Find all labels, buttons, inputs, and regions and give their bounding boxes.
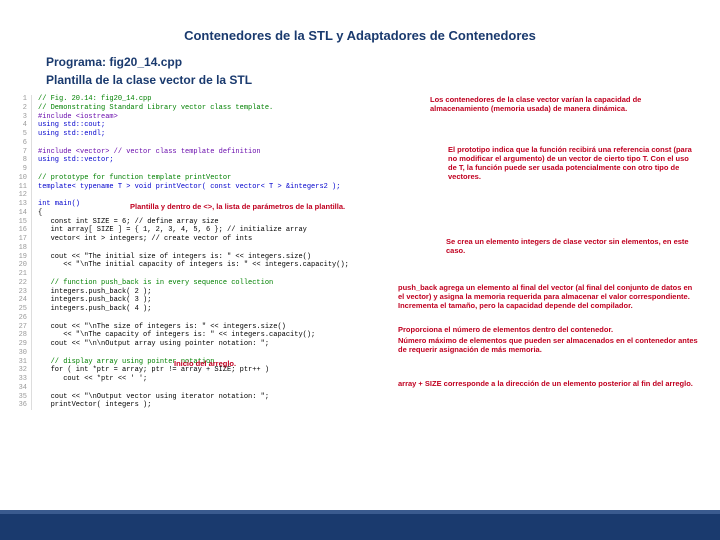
- line-number: 8: [10, 156, 32, 165]
- line-number: 26: [10, 314, 32, 323]
- code-line: 4 using std::cout;: [0, 121, 720, 130]
- code-text: // Fig. 20.14: fig20_14.cpp: [38, 95, 151, 104]
- line-number: 20: [10, 261, 32, 270]
- code-text: cout << "\nThe size of integers is: " <<…: [38, 323, 286, 332]
- code-line: 5 using std::endl;: [0, 130, 720, 139]
- line-number: 4: [10, 121, 32, 130]
- line-number: 32: [10, 366, 32, 375]
- code-text: #include <iostream>: [38, 113, 118, 122]
- line-number: 27: [10, 323, 32, 332]
- line-number: 36: [10, 401, 32, 410]
- code-line: 21: [0, 270, 720, 279]
- annotation-integers-empty: Se crea un elemento integers de clase ve…: [446, 237, 696, 255]
- line-number: 19: [10, 253, 32, 262]
- annotation-array-start: Inicio del arreglo.: [174, 359, 294, 368]
- code-line: 16 int array[ SIZE ] = { 1, 2, 3, 4, 5, …: [0, 226, 720, 235]
- line-number: 23: [10, 288, 32, 297]
- annotation-pushback: push_back agrega un elemento al final de…: [398, 283, 698, 310]
- code-text: // function push_back is in every sequen…: [38, 279, 273, 288]
- annotation-array-end: array + SIZE corresponde a la dirección …: [398, 379, 698, 388]
- line-number: 1: [10, 95, 32, 104]
- line-number: 33: [10, 375, 32, 384]
- code-text: integers.push_back( 3 );: [38, 296, 151, 305]
- program-desc: Plantilla de la clase vector de la STL: [0, 71, 720, 89]
- line-number: 12: [10, 191, 32, 200]
- line-number: 30: [10, 349, 32, 358]
- line-number: 2: [10, 104, 32, 113]
- code-line: 31 // display array using pointer notati…: [0, 358, 720, 367]
- page-title: Contenedores de la STL y Adaptadores de …: [0, 0, 720, 53]
- line-number: 9: [10, 165, 32, 174]
- code-text: cout << "The initial size of integers is…: [38, 253, 311, 262]
- code-text: printVector( integers );: [38, 401, 151, 410]
- line-number: 5: [10, 130, 32, 139]
- line-number: 13: [10, 200, 32, 209]
- line-number: 29: [10, 340, 32, 349]
- line-number: 6: [10, 139, 32, 148]
- annotation-capacity: Número máximo de elementos que pueden se…: [398, 336, 698, 354]
- code-line: 26: [0, 314, 720, 323]
- annotation-prototype: El prototipo indica que la función recib…: [448, 145, 698, 181]
- line-number: 28: [10, 331, 32, 340]
- code-text: int array[ SIZE ] = { 1, 2, 3, 4, 5, 6 }…: [38, 226, 307, 235]
- code-text: {: [38, 209, 42, 218]
- code-text: << "\nThe initial capacity of integers i…: [38, 261, 349, 270]
- code-text: // Demonstrating Standard Library vector…: [38, 104, 273, 113]
- line-number: 35: [10, 393, 32, 402]
- footer-bar: [0, 514, 720, 540]
- code-block: 1 // Fig. 20.14: fig20_14.cpp 2 // Demonstr…: [0, 89, 720, 410]
- code-text: integers.push_back( 4 );: [38, 305, 151, 314]
- code-text: vector< int > integers; // create vector…: [38, 235, 252, 244]
- code-text: integers.push_back( 2 );: [38, 288, 151, 297]
- code-line: 12: [0, 191, 720, 200]
- line-number: 11: [10, 183, 32, 192]
- code-text: using std::endl;: [38, 130, 105, 139]
- annotation-template-params: Plantilla y dentro de <>, la lista de pa…: [130, 202, 430, 211]
- code-text: using std::cout;: [38, 121, 105, 130]
- line-number: 7: [10, 148, 32, 157]
- code-line: 20 << "\nThe initial capacity of integer…: [0, 261, 720, 270]
- line-number: 25: [10, 305, 32, 314]
- code-text: << "\nThe capacity of integers is: " << …: [38, 331, 315, 340]
- line-number: 16: [10, 226, 32, 235]
- code-text: cout << "\n\nOutput array using pointer …: [38, 340, 269, 349]
- code-text: cout << *ptr << ' ';: [38, 375, 147, 384]
- code-text: template< typename T > void printVector(…: [38, 183, 340, 192]
- line-number: 17: [10, 235, 32, 244]
- code-line: 11 template< typename T > void printVecto…: [0, 183, 720, 192]
- code-line: 36 printVector( integers );: [0, 401, 720, 410]
- line-number: 34: [10, 384, 32, 393]
- code-text: #include <vector> // vector class templa…: [38, 148, 261, 157]
- code-text: // prototype for function template print…: [38, 174, 231, 183]
- line-number: 24: [10, 296, 32, 305]
- code-line: 3 #include <iostream>: [0, 113, 720, 122]
- code-text: const int SIZE = 6; // define array size: [38, 218, 219, 227]
- program-name: Programa: fig20_14.cpp: [0, 53, 720, 71]
- line-number: 31: [10, 358, 32, 367]
- code-text: using std::vector;: [38, 156, 114, 165]
- annotation-size: Proporciona el número de elementos dentr…: [398, 325, 698, 334]
- line-number: 3: [10, 113, 32, 122]
- annotation-vector-capacity: Los contenedores de la clase vector varí…: [430, 95, 690, 113]
- line-number: 10: [10, 174, 32, 183]
- code-text: cout << "\nOutput vector using iterator …: [38, 393, 269, 402]
- line-number: 18: [10, 244, 32, 253]
- code-line: 32 for ( int *ptr = array; ptr != array …: [0, 366, 720, 375]
- code-line: 15 const int SIZE = 6; // define array s…: [0, 218, 720, 227]
- line-number: 14: [10, 209, 32, 218]
- code-text: int main(): [38, 200, 80, 209]
- line-number: 22: [10, 279, 32, 288]
- code-line: 35 cout << "\nOutput vector using iterat…: [0, 393, 720, 402]
- line-number: 15: [10, 218, 32, 227]
- line-number: 21: [10, 270, 32, 279]
